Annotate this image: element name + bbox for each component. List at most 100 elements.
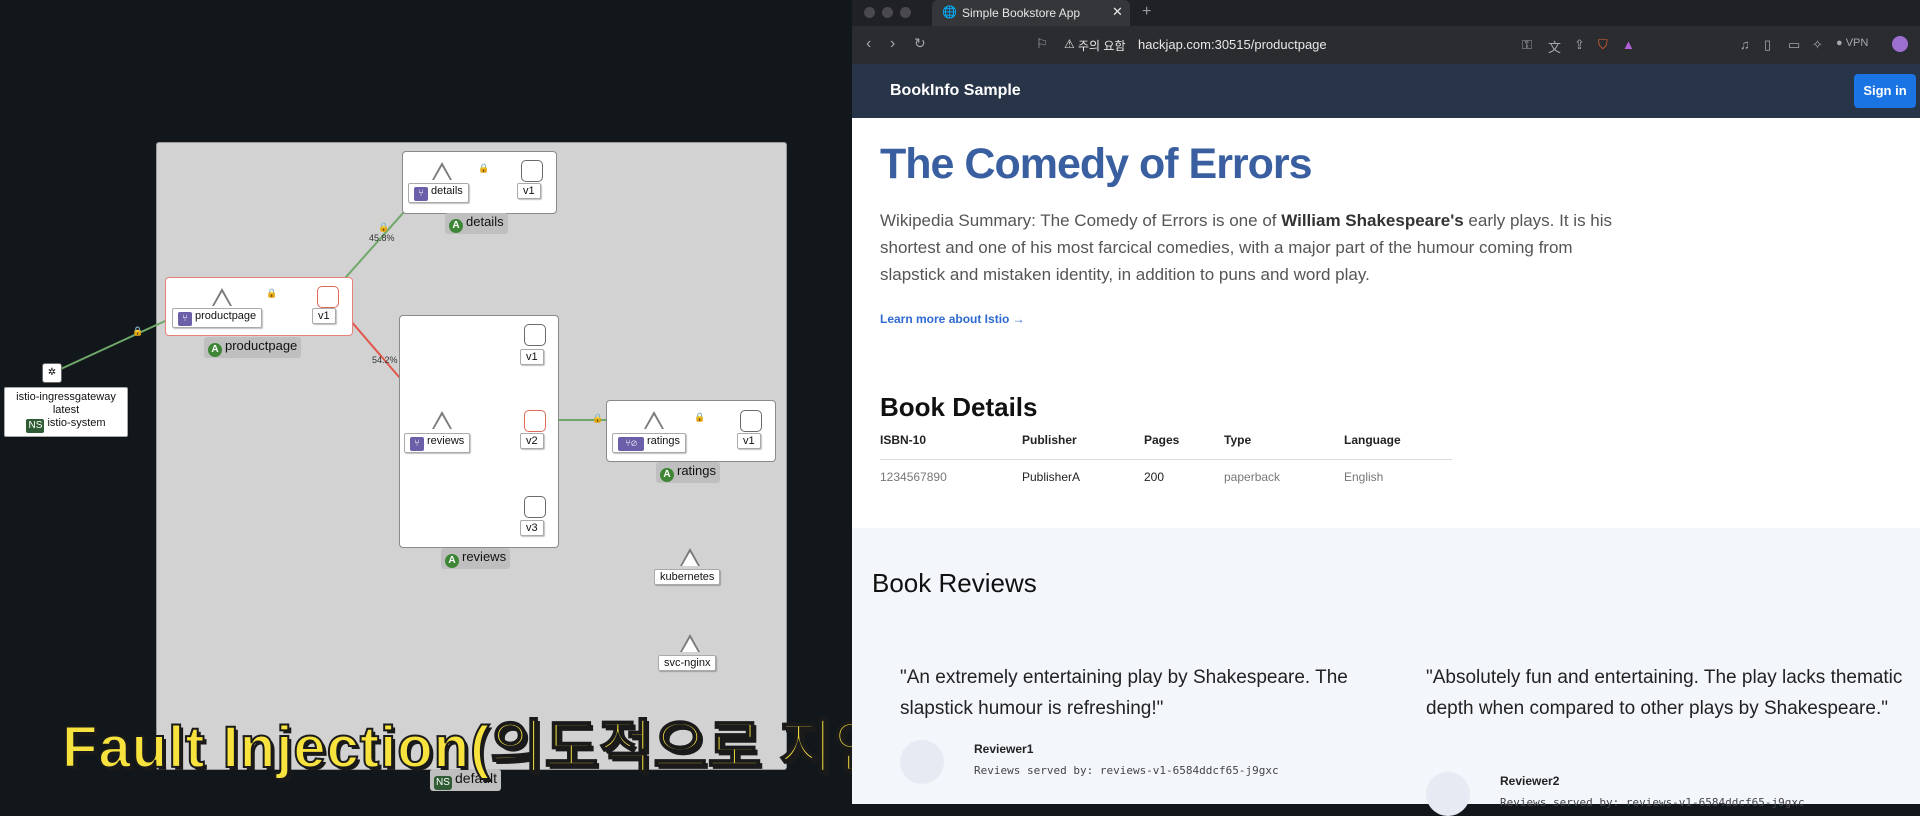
ingress-icon[interactable]: ✲ xyxy=(42,363,62,383)
brand-link[interactable]: BookInfo Sample xyxy=(890,82,1021,100)
details-edge-pct[interactable]: 45.8% xyxy=(369,233,395,243)
ratings-app-tag[interactable]: Aratings xyxy=(656,462,721,483)
window-minimize-button[interactable] xyxy=(882,7,893,18)
reviews-served-by: Reviews served by: reviews-v1-6584ddcf65… xyxy=(974,764,1279,777)
brave-rewards-icon[interactable]: ▲ xyxy=(1622,37,1635,52)
reviews-v1-label[interactable]: v1 xyxy=(520,349,544,365)
table-header: Type xyxy=(1224,433,1344,460)
reviews-v2-workload-icon[interactable] xyxy=(524,410,546,432)
app-badge-icon: A xyxy=(449,219,463,233)
kubernetes-label[interactable]: kubernetes xyxy=(654,569,721,585)
ingress-version: latest xyxy=(52,404,80,416)
profile-avatar[interactable] xyxy=(1892,36,1908,52)
app-badge-icon: A xyxy=(208,343,222,357)
review-card: "An extremely entertaining play by Shake… xyxy=(900,662,1380,784)
lock-icon: 🔒 xyxy=(694,412,706,422)
table-cell: 1234567890 xyxy=(880,470,947,484)
lock-icon: 🔒 xyxy=(478,163,490,173)
productpage-version-label[interactable]: v1 xyxy=(312,308,336,324)
lock-icon: 🔒 xyxy=(266,288,278,298)
review-quote: "An extremely entertaining play by Shake… xyxy=(900,667,1348,719)
table-header: Pages xyxy=(1144,433,1224,460)
sidebar-icon[interactable]: ▯ xyxy=(1764,37,1771,53)
app-badge-icon: A xyxy=(445,554,459,568)
ingress-namespace: istio-system xyxy=(47,417,106,429)
review-quote: "Absolutely fun and entertaining. The pl… xyxy=(1426,667,1903,719)
table-header: Language xyxy=(1344,433,1452,460)
url-field[interactable]: ⚠ 주의 요함 hackjap.com:30515/productpage xyxy=(1062,32,1662,58)
ratings-service-label[interactable]: ⑂⊘ ratings xyxy=(612,433,687,453)
reviewer-name: Reviewer2 xyxy=(1500,774,1560,788)
translate-icon[interactable]: 文 xyxy=(1548,37,1561,56)
key-icon[interactable]: ⚿ xyxy=(1522,37,1532,53)
site-navbar: BookInfo Sample Sign in xyxy=(852,64,1920,118)
details-workload-icon[interactable] xyxy=(521,160,543,182)
reviewer-avatar xyxy=(1426,772,1470,816)
details-service-label[interactable]: ⑂ details xyxy=(408,183,469,203)
back-icon[interactable]: ‹ xyxy=(866,35,871,53)
reviews-edge-pct[interactable]: 54.2% xyxy=(372,355,398,365)
reload-icon[interactable]: ↻ xyxy=(914,35,926,52)
leo-icon[interactable]: ✧ xyxy=(1812,37,1823,53)
service-badge-icon: ⑂ xyxy=(414,187,428,201)
learn-more-link[interactable]: Learn more about Istio → xyxy=(880,312,1025,326)
review-card: "Absolutely fun and entertaining. The pl… xyxy=(1426,662,1906,816)
ratings-workload-icon[interactable] xyxy=(740,410,762,432)
reviewer-avatar xyxy=(900,740,944,784)
details-app-tag[interactable]: Adetails xyxy=(445,213,508,234)
book-reviews-section: Book Reviews "An extremely entertaining … xyxy=(852,528,1920,816)
table-cell: English xyxy=(1344,470,1384,484)
reviews-v3-label[interactable]: v3 xyxy=(520,520,544,536)
sign-in-button[interactable]: Sign in xyxy=(1854,74,1916,108)
music-icon[interactable]: ♫ xyxy=(1740,37,1750,52)
vpn-button[interactable]: ● VPN xyxy=(1836,37,1868,49)
reviews-v3-workload-icon[interactable] xyxy=(524,496,546,518)
ingress-label[interactable]: istio-ingressgateway latest NS istio-syst… xyxy=(4,387,128,437)
edge-ingress-productpage xyxy=(51,315,177,374)
table-header: ISBN-10 xyxy=(880,433,1022,460)
reviews-v2-label[interactable]: v2 xyxy=(520,433,544,449)
tab-title: Simple Bookstore App xyxy=(962,6,1081,20)
reviews-v1-workload-icon[interactable] xyxy=(524,324,546,346)
ns-badge-icon: NS xyxy=(26,419,45,433)
ratings-version-label[interactable]: v1 xyxy=(737,433,761,449)
table-cell: 200 xyxy=(1144,470,1165,484)
book-summary: Wikipedia Summary: The Comedy of Errors … xyxy=(880,211,1613,284)
url-text[interactable]: hackjap.com:30515/productpage xyxy=(1138,37,1327,52)
reviews-served-by: Reviews served by: reviews-v1-6584ddcf65… xyxy=(1500,796,1805,809)
security-warning[interactable]: 주의 요함 xyxy=(1078,37,1126,54)
tab-active[interactable]: 🌐 Simple Bookstore App ✕ xyxy=(932,0,1130,26)
productpage-workload-icon[interactable] xyxy=(317,286,339,308)
globe-icon: 🌐 xyxy=(942,5,957,19)
wallet-icon[interactable]: ▭ xyxy=(1788,37,1800,53)
reviews-service-label[interactable]: ⑂ reviews xyxy=(404,433,471,453)
productpage-service-label[interactable]: ⑂ productpage xyxy=(172,308,263,328)
book-details-title: Book Details xyxy=(880,392,1038,422)
table-cell: PublisherA xyxy=(1022,470,1081,484)
table-row: 1234567890 PublisherA 200 paperback Engl… xyxy=(880,460,1452,484)
browser-window: 🌐 Simple Bookstore App ✕ + ‹ › ↻ ⚐ ⚠ 주의 … xyxy=(852,0,1920,816)
bookmark-icon[interactable]: ⚐ xyxy=(1036,36,1048,52)
book-reviews-title: Book Reviews xyxy=(872,568,1037,598)
forward-icon[interactable]: › xyxy=(890,35,895,53)
window-close-button[interactable] xyxy=(864,7,875,18)
details-version-label[interactable]: v1 xyxy=(517,183,541,199)
brave-shield-icon[interactable]: ⛉ xyxy=(1598,37,1608,53)
productpage-app-tag[interactable]: Aproductpage xyxy=(204,337,302,358)
ingress-name: istio-ingressgateway xyxy=(16,391,116,403)
close-icon[interactable]: ✕ xyxy=(1112,4,1123,20)
share-icon[interactable]: ⇪ xyxy=(1574,37,1585,53)
reviews-app-tag[interactable]: Areviews xyxy=(441,548,511,569)
new-tab-button[interactable]: + xyxy=(1142,3,1151,21)
service-badge-icon: ⑂ xyxy=(178,312,192,326)
table-cell: paperback xyxy=(1224,470,1281,484)
service-badge-icon: ⑂⊘ xyxy=(618,437,644,451)
reviewer-name: Reviewer1 xyxy=(974,742,1034,756)
window-zoom-button[interactable] xyxy=(900,7,911,18)
tab-bar: 🌐 Simple Bookstore App ✕ + xyxy=(852,0,1920,26)
table-header: Publisher xyxy=(1022,433,1144,460)
address-bar: ‹ › ↻ ⚐ ⚠ 주의 요함 hackjap.com:30515/produc… xyxy=(852,26,1920,65)
kiali-graph-panel: ✲ istio-ingressgateway latest NS istio-sy… xyxy=(0,0,1034,804)
svc-nginx-label[interactable]: svc-nginx xyxy=(658,655,717,671)
service-badge-icon: ⑂ xyxy=(410,437,424,451)
